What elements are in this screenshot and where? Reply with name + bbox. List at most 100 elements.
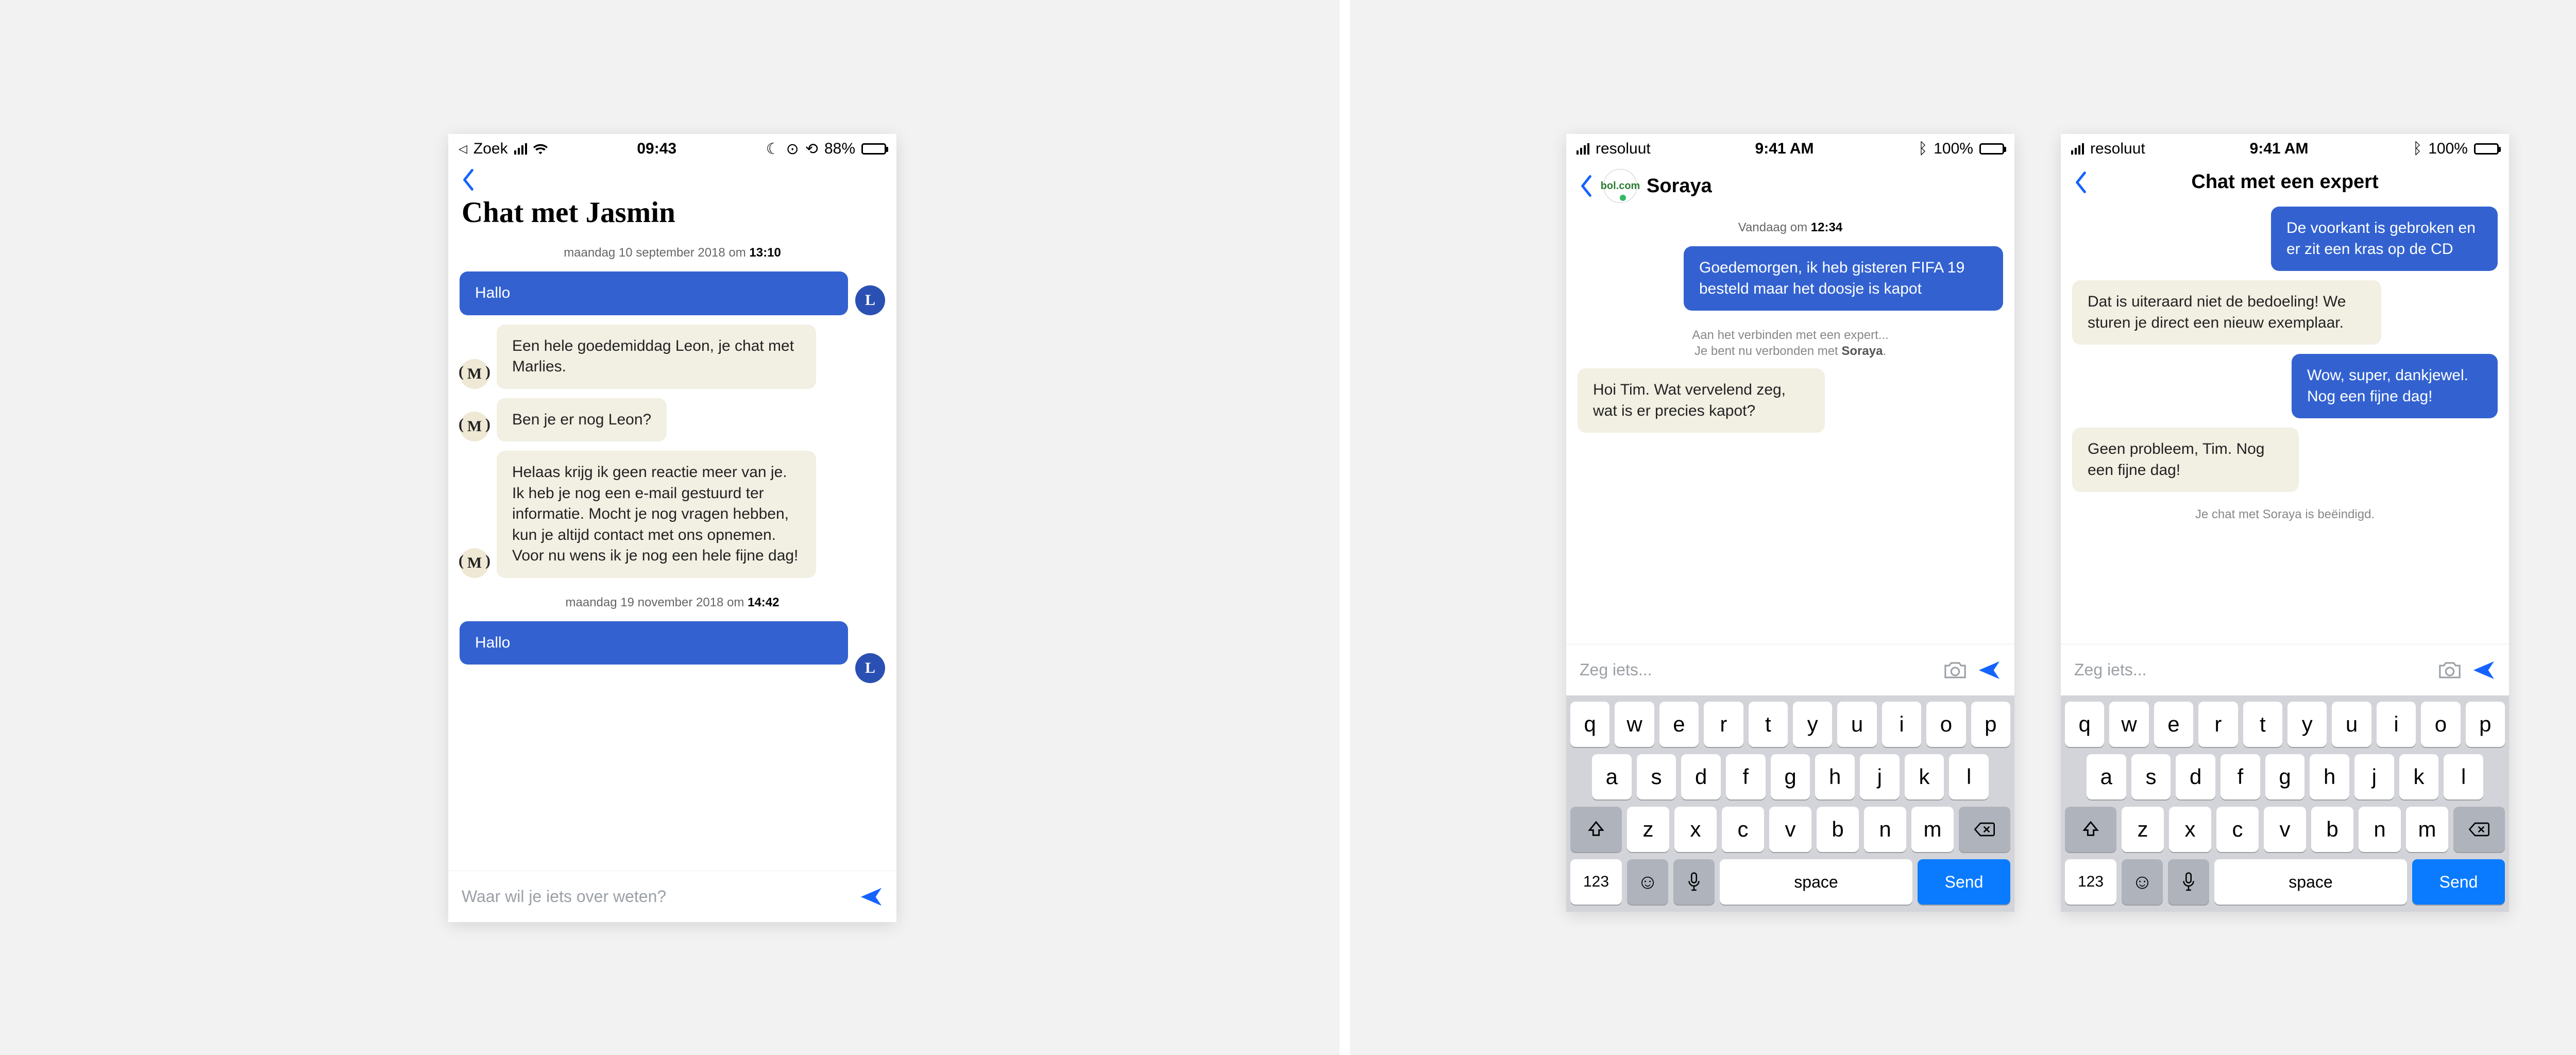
key-e[interactable]: e xyxy=(2154,702,2193,747)
emoji-key[interactable]: ☺ xyxy=(2122,859,2163,905)
numbers-key[interactable]: 123 xyxy=(1570,859,1622,905)
key-h[interactable]: h xyxy=(1815,754,1855,799)
chat-body[interactable]: De voorkant is gebroken en er zit een kr… xyxy=(2061,197,2509,644)
camera-icon[interactable] xyxy=(1943,660,1967,680)
key-r[interactable]: r xyxy=(2198,702,2238,747)
message-bubble-in[interactable]: Dat is uiteraard niet de bedoeling! We s… xyxy=(2072,280,2381,345)
key-q[interactable]: q xyxy=(2065,702,2104,747)
key-g[interactable]: g xyxy=(2265,754,2305,799)
key-h[interactable]: h xyxy=(2310,754,2349,799)
key-i[interactable]: i xyxy=(2377,702,2416,747)
key-l[interactable]: l xyxy=(2444,754,2483,799)
key-z[interactable]: z xyxy=(1627,807,1669,852)
key-s[interactable]: s xyxy=(2131,754,2171,799)
key-s[interactable]: s xyxy=(1637,754,1676,799)
avatar-self: L xyxy=(855,653,885,683)
key-t[interactable]: t xyxy=(1749,702,1788,747)
key-q[interactable]: q xyxy=(1570,702,1609,747)
shift-key[interactable] xyxy=(2065,807,2116,852)
key-x[interactable]: x xyxy=(1674,807,1717,852)
key-y[interactable]: y xyxy=(2287,702,2327,747)
send-icon[interactable] xyxy=(1977,658,2001,682)
mic-key[interactable] xyxy=(1673,859,1715,905)
key-n[interactable]: n xyxy=(1864,807,1906,852)
key-l[interactable]: l xyxy=(1949,754,1989,799)
message-bubble-out[interactable]: Hallo xyxy=(460,271,848,315)
key-b[interactable]: b xyxy=(1817,807,1859,852)
key-v[interactable]: v xyxy=(2264,807,2306,852)
key-a[interactable]: a xyxy=(1592,754,1632,799)
emoji-key[interactable]: ☺ xyxy=(1627,859,1668,905)
back-icon[interactable] xyxy=(1579,175,1594,197)
chat-input[interactable] xyxy=(462,887,849,906)
message-bubble-in[interactable]: Een hele goedemiddag Leon, je chat met M… xyxy=(497,325,816,389)
send-icon[interactable] xyxy=(2472,658,2496,682)
message-bubble-out[interactable]: De voorkant is gebroken en er zit een kr… xyxy=(2271,207,2498,271)
key-d[interactable]: d xyxy=(1681,754,1721,799)
key-c[interactable]: c xyxy=(2216,807,2259,852)
key-m[interactable]: m xyxy=(2406,807,2448,852)
key-e[interactable]: e xyxy=(1659,702,1699,747)
key-k[interactable]: k xyxy=(1905,754,1944,799)
key-f[interactable]: f xyxy=(1726,754,1766,799)
keyboard-send-key[interactable]: Send xyxy=(2412,859,2505,905)
camera-icon[interactable] xyxy=(2438,660,2462,680)
key-w[interactable]: w xyxy=(2109,702,2148,747)
status-time: 9:41 AM xyxy=(1755,140,1814,158)
message-bubble-out[interactable]: Wow, super, dankjewel. Nog een fijne dag… xyxy=(2292,354,2498,418)
key-r[interactable]: r xyxy=(1704,702,1743,747)
key-w[interactable]: w xyxy=(1615,702,1654,747)
message-bubble-out[interactable]: Goedemorgen, ik heb gisteren FIFA 19 bes… xyxy=(1684,246,2003,311)
key-u[interactable]: u xyxy=(2332,702,2371,747)
backspace-key[interactable] xyxy=(2453,807,2505,852)
chat-input[interactable] xyxy=(1580,660,1933,679)
backspace-key[interactable] xyxy=(1959,807,2010,852)
key-j[interactable]: j xyxy=(2354,754,2394,799)
back-icon[interactable] xyxy=(461,169,476,191)
key-g[interactable]: g xyxy=(1771,754,1810,799)
chat-input[interactable] xyxy=(2074,660,2428,679)
message-bubble-out[interactable]: Hallo xyxy=(460,621,848,665)
key-a[interactable]: a xyxy=(2087,754,2126,799)
key-c[interactable]: c xyxy=(1722,807,1764,852)
key-i[interactable]: i xyxy=(1882,702,1921,747)
key-x[interactable]: x xyxy=(2169,807,2211,852)
message-row-out: Hallo L xyxy=(460,271,885,315)
chat-body[interactable]: Vandaag om 12:34 Goedemorgen, ik heb gis… xyxy=(1566,203,2014,644)
keyboard-send-key[interactable]: Send xyxy=(1918,859,2010,905)
shift-key[interactable] xyxy=(1570,807,1622,852)
key-z[interactable]: z xyxy=(2122,807,2164,852)
mic-key[interactable] xyxy=(2168,859,2209,905)
key-o[interactable]: o xyxy=(1926,702,1965,747)
message-bubble-in[interactable]: Ben je er nog Leon? xyxy=(497,398,667,442)
key-j[interactable]: j xyxy=(1860,754,1900,799)
chat-body[interactable]: maandag 10 september 2018 om 13:10 Hallo… xyxy=(448,237,896,871)
key-p[interactable]: p xyxy=(1971,702,2010,747)
keyboard-row-2: asdfghjkl xyxy=(1570,754,2010,799)
status-bar: ◁ Zoek 09:43 ☾ ⊙ ⟲ 88% xyxy=(448,134,896,164)
key-k[interactable]: k xyxy=(2399,754,2439,799)
key-n[interactable]: n xyxy=(2359,807,2401,852)
message-bubble-in[interactable]: Geen probleem, Tim. Nog een fijne dag! xyxy=(2072,428,2299,492)
keyboard: qwertyuiop asdfghjkl zxcvbnm 123 ☺ space… xyxy=(1566,695,2014,912)
space-key[interactable]: space xyxy=(2214,859,2407,905)
keyboard-row-3: zxcvbnm xyxy=(2065,807,2505,852)
send-icon[interactable] xyxy=(859,885,883,909)
key-f[interactable]: f xyxy=(2221,754,2260,799)
key-v[interactable]: v xyxy=(1769,807,1811,852)
key-o[interactable]: o xyxy=(2421,702,2460,747)
phone-mockup-b: resoluut 9:41 AM ᛒ 100% bol.com Soraya V… xyxy=(1566,134,2014,912)
numbers-key[interactable]: 123 xyxy=(2065,859,2116,905)
key-y[interactable]: y xyxy=(1793,702,1832,747)
space-key[interactable]: space xyxy=(1720,859,1912,905)
status-time: 09:43 xyxy=(637,140,676,158)
key-d[interactable]: d xyxy=(2176,754,2215,799)
key-p[interactable]: p xyxy=(2466,702,2505,747)
key-t[interactable]: t xyxy=(2243,702,2282,747)
key-u[interactable]: u xyxy=(1837,702,1876,747)
message-bubble-in[interactable]: Helaas krijg ik geen reactie meer van je… xyxy=(497,451,816,578)
key-m[interactable]: m xyxy=(1911,807,1954,852)
key-b[interactable]: b xyxy=(2311,807,2353,852)
message-bubble-in[interactable]: Hoi Tim. Wat vervelend zeg, wat is er pr… xyxy=(1578,368,1825,433)
back-icon[interactable] xyxy=(2073,172,2089,193)
